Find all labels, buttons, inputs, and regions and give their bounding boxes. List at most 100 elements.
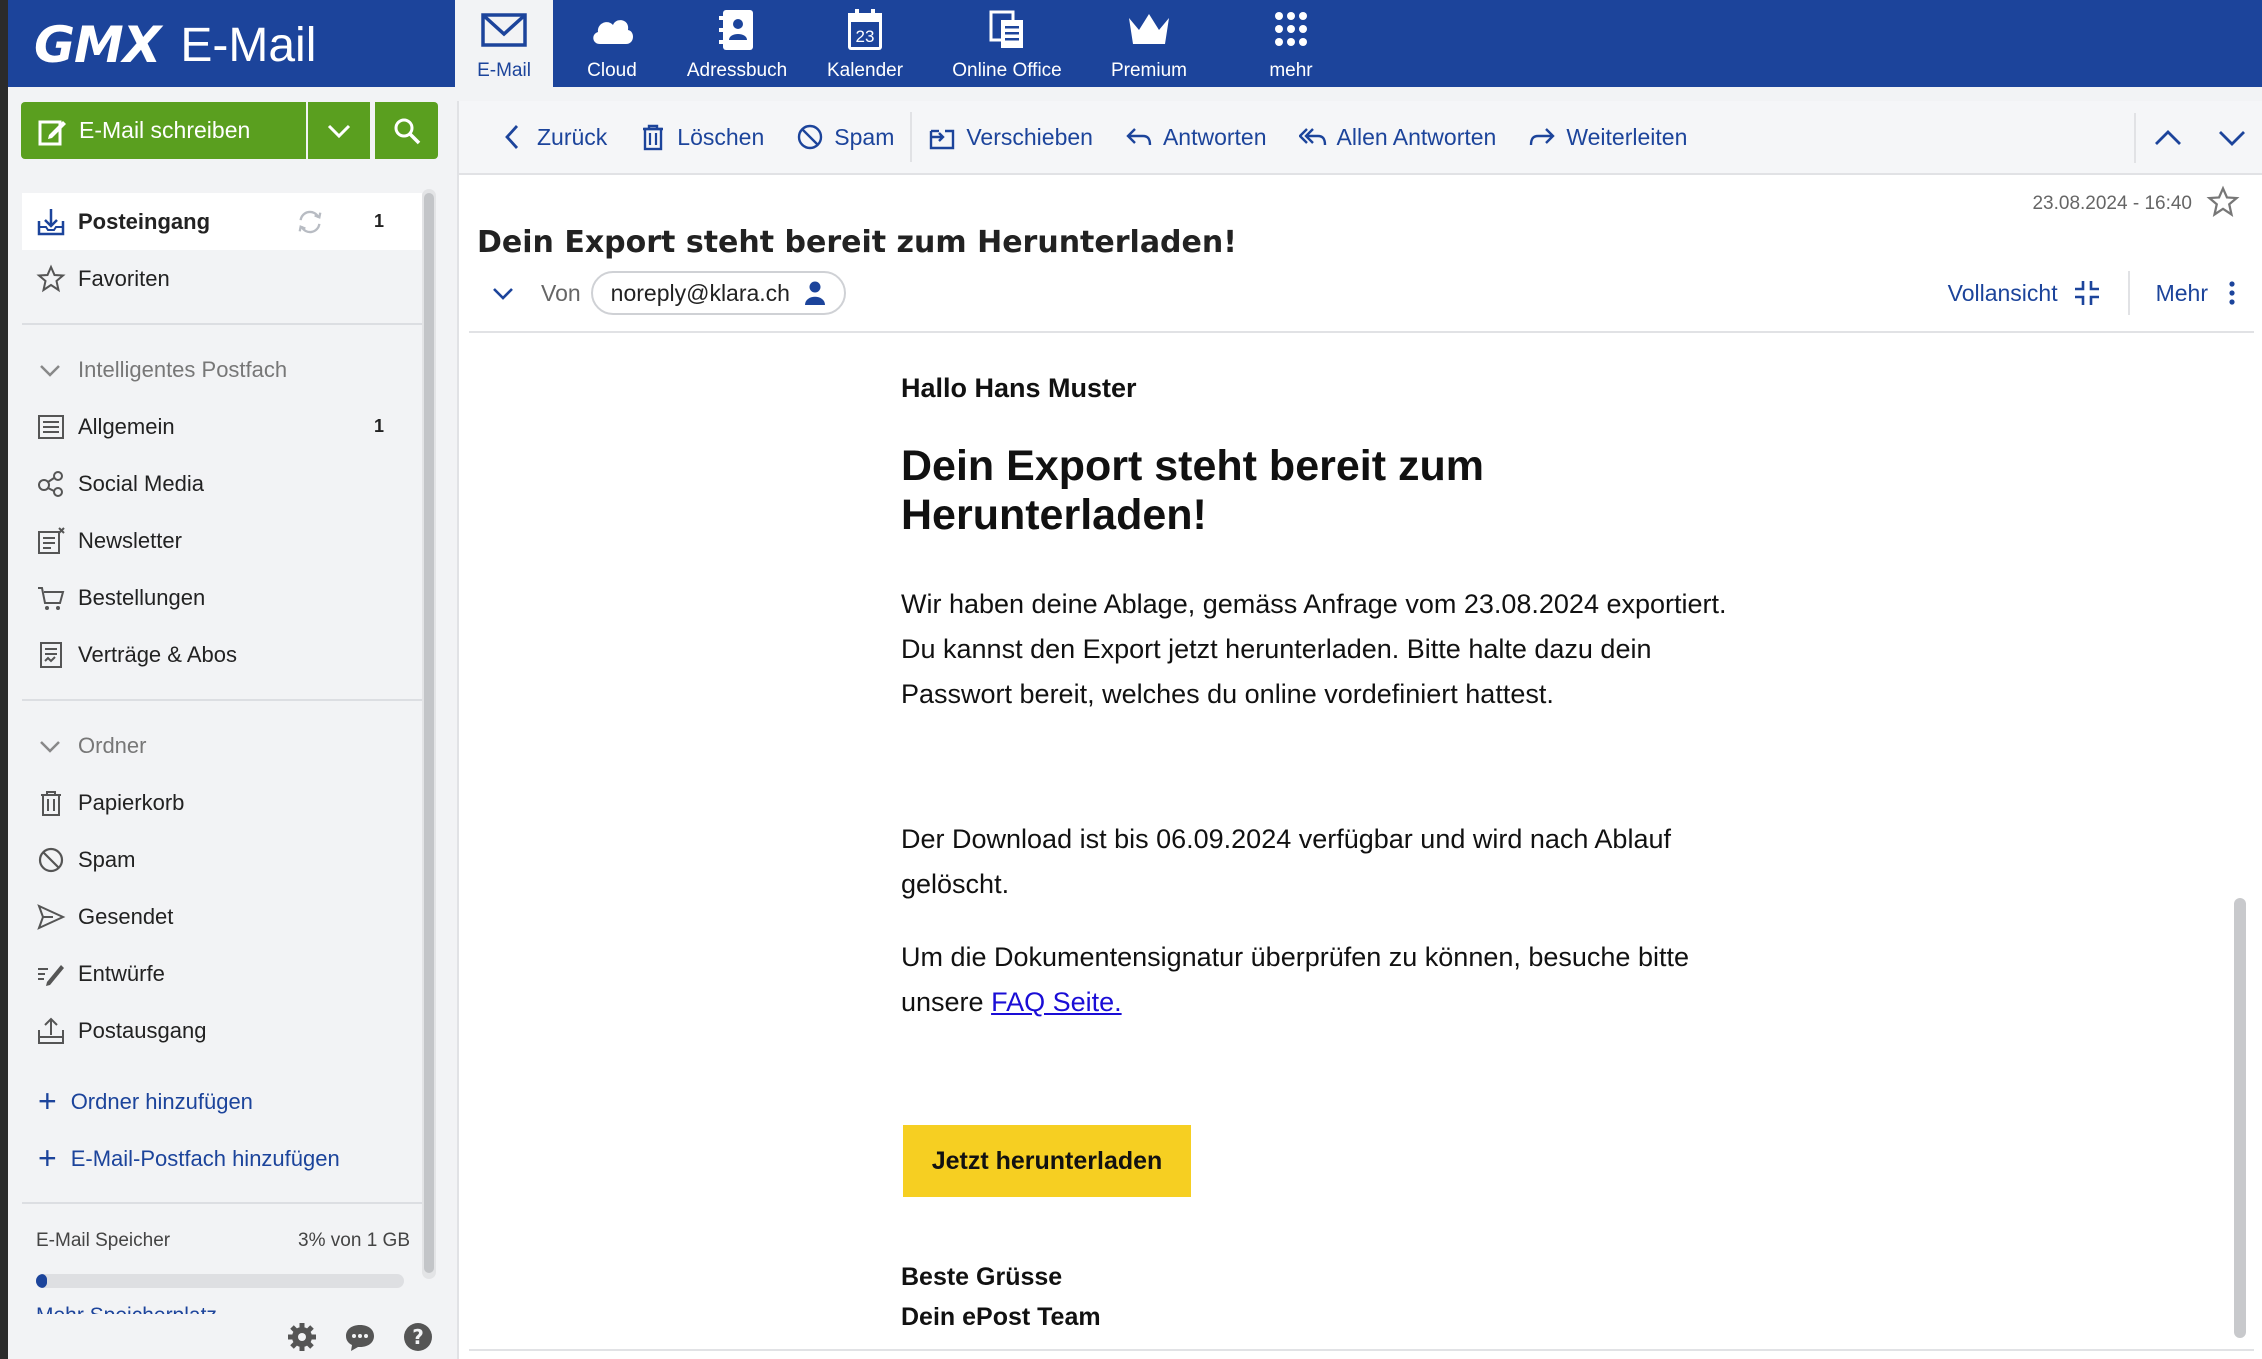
faq-link[interactable]: FAQ Seite. <box>991 987 1122 1017</box>
expand-details-icon[interactable] <box>489 279 517 307</box>
sidebar-item-inbox[interactable]: Posteingang 1 <box>22 193 422 250</box>
person-icon <box>804 281 825 305</box>
reply-all-label: Allen Antworten <box>1336 123 1497 150</box>
back-label: Zurück <box>537 123 608 150</box>
outbox-icon <box>38 1017 64 1044</box>
paragraph-availability: Der Download ist bis 06.09.2024 verfügba… <box>901 817 1801 907</box>
sidebar-item-social-media[interactable]: Social Media <box>22 455 422 512</box>
inbox-count: 1 <box>373 211 384 231</box>
social-icon <box>38 470 63 497</box>
sidebar-footer: ? <box>8 1314 445 1359</box>
folders-toggle[interactable]: Ordner <box>22 717 422 774</box>
message-toolbar: Zurück Löschen Spam Verschieben Antworte… <box>459 101 2262 175</box>
add-mailbox-label: E-Mail-Postfach hinzufügen <box>70 1145 340 1171</box>
forward-button[interactable]: Weiterleiten <box>1512 100 1703 174</box>
grid-icon <box>1275 12 1307 46</box>
smart-mailbox-toggle[interactable]: Intelligentes Postfach <box>22 341 422 398</box>
cloud-icon <box>593 20 634 44</box>
message-scrollbar[interactable] <box>2234 898 2246 1338</box>
sidebar-item-orders[interactable]: Bestellungen <box>22 569 422 626</box>
compose-dropdown-button[interactable] <box>308 102 370 159</box>
newsletter-icon <box>38 526 65 554</box>
sync-icon[interactable] <box>296 208 324 236</box>
sidebar-item-general[interactable]: Allgemein 1 <box>22 398 422 455</box>
addressbook-icon <box>719 10 753 50</box>
more-button[interactable]: Mehr <box>2156 278 2242 308</box>
nav-addressbook[interactable]: Adressbuch <box>671 0 803 87</box>
cart-icon <box>38 586 65 610</box>
storage-label: E-Mail Speicher <box>36 1230 171 1251</box>
more-label: Mehr <box>2155 279 2208 306</box>
main-nav: E-Mail Cloud Adressbuch 23 Kalender Onli… <box>455 0 1371 87</box>
reply-icon <box>1126 128 1152 146</box>
nav-office[interactable]: Online Office <box>927 0 1087 87</box>
draft-icon <box>38 964 64 986</box>
contract-icon <box>40 641 62 668</box>
storage-bar <box>36 1274 404 1288</box>
next-message-button[interactable] <box>2200 101 2262 175</box>
add-mailbox-link[interactable]: + E-Mail-Postfach hinzufügen <box>22 1130 422 1187</box>
nav-email[interactable]: E-Mail <box>455 0 553 87</box>
favorites-label: Favoriten <box>78 265 170 291</box>
reply-button[interactable]: Antworten <box>1109 100 1283 174</box>
view-options: Vollansicht Mehr <box>1948 271 2242 315</box>
nav-calendar[interactable]: 23 Kalender <box>803 0 927 87</box>
gmx-logo[interactable]: GMX E-Mail <box>34 10 316 80</box>
gear-icon[interactable] <box>285 1320 319 1354</box>
download-button[interactable]: Jetzt herunterladen <box>903 1125 1191 1197</box>
chat-icon[interactable] <box>343 1320 377 1354</box>
full-view-button[interactable]: Vollansicht <box>1948 278 2102 308</box>
sidebar-item-contracts[interactable]: Verträge & Abos <box>22 626 422 683</box>
signature-line: Dein ePost Team <box>901 1303 1101 1331</box>
reply-all-button[interactable]: Allen Antworten <box>1283 100 1513 174</box>
svg-text:?: ? <box>412 1325 424 1349</box>
sidebar-item-trash[interactable]: Papierkorb <box>22 774 422 831</box>
sidebar-item-spam[interactable]: Spam <box>22 831 422 888</box>
paragraph-line: Der Download ist bis 06.09.2024 verfügba… <box>901 824 1671 854</box>
move-button[interactable]: Verschieben <box>912 100 1109 174</box>
nav-email-label: E-Mail <box>477 60 531 81</box>
email-headline: Dein Export steht bereit zum Herunterlad… <box>901 442 1484 539</box>
sidebar-item-outbox[interactable]: Postausgang <box>22 1002 422 1059</box>
message-view: Zurück Löschen Spam Verschieben Antworte… <box>457 101 2262 1359</box>
nav-cloud[interactable]: Cloud <box>553 0 671 87</box>
plus-icon: + <box>38 1083 57 1119</box>
general-count: 1 <box>373 416 384 436</box>
calendar-day: 23 <box>856 27 875 46</box>
office-icon <box>989 10 1023 48</box>
add-folder-label: Ordner hinzufügen <box>70 1088 253 1114</box>
back-button[interactable]: Zurück <box>459 100 623 174</box>
previous-message-button[interactable] <box>2136 101 2200 175</box>
message-subject: Dein Export steht bereit zum Herunterlad… <box>477 225 1237 260</box>
sidebar-item-drafts[interactable]: Entwürfe <box>22 945 422 1002</box>
compose-icon <box>38 120 66 145</box>
sidebar-item-newsletter[interactable]: Newsletter <box>22 512 422 569</box>
nav-premium[interactable]: Premium <box>1087 0 1211 87</box>
sender-address: noreply@klara.ch <box>610 279 790 306</box>
paragraph-text: unsere <box>901 987 992 1017</box>
help-icon[interactable]: ? <box>401 1320 435 1354</box>
kebab-icon <box>2229 281 2235 305</box>
nav-calendar-label: Kalender <box>826 60 904 81</box>
drafts-label: Entwürfe <box>78 960 165 986</box>
add-folder-link[interactable]: + Ordner hinzufügen <box>22 1073 422 1130</box>
spam-button[interactable]: Spam <box>780 100 910 174</box>
forward-label: Weiterleiten <box>1566 123 1688 150</box>
favorite-star-icon[interactable] <box>2206 185 2240 219</box>
delete-button[interactable]: Löschen <box>623 100 780 174</box>
sender-chip[interactable]: noreply@klara.ch <box>590 271 846 315</box>
sidebar-scrollbar-thumb[interactable] <box>424 193 434 1273</box>
move-icon <box>930 129 955 150</box>
compose-button[interactable]: E-Mail schreiben <box>21 102 306 159</box>
sidebar-scrollbar[interactable] <box>422 189 436 1279</box>
sidebar-item-favorites[interactable]: Favoriten <box>22 250 422 307</box>
signature: Beste Grüsse Dein ePost Team <box>901 1257 1801 1337</box>
paragraph-line: unsere FAQ Seite. <box>901 980 1801 1025</box>
search-button[interactable] <box>375 102 438 159</box>
paragraph-line: gelöscht. <box>901 869 1010 899</box>
sidebar-item-sent[interactable]: Gesendet <box>22 888 422 945</box>
spam-label: Spam <box>78 846 136 872</box>
spam-icon <box>798 124 823 150</box>
full-view-label: Vollansicht <box>1947 279 2058 306</box>
nav-more[interactable]: mehr <box>1211 0 1371 87</box>
